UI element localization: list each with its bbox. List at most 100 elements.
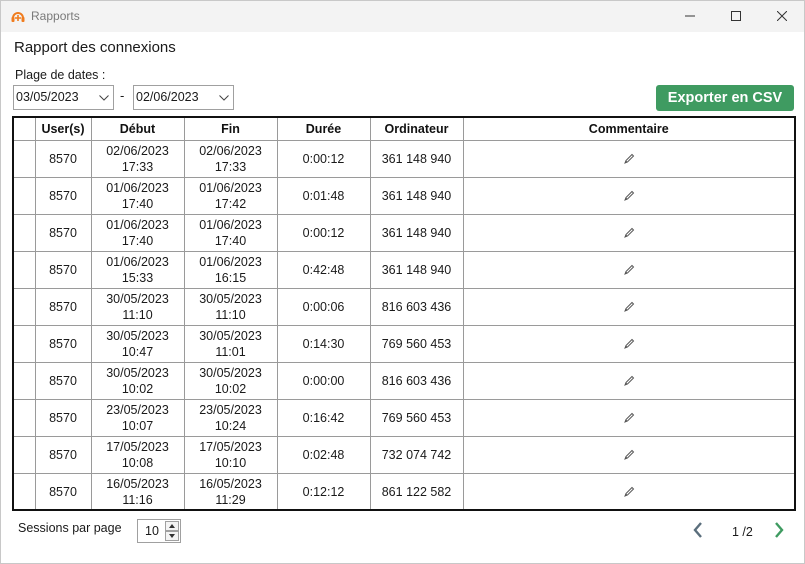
row-selector-cell[interactable] (14, 288, 36, 326)
comment-cell (463, 473, 794, 509)
sessions-per-page-value: 10 (145, 524, 159, 538)
duration-cell: 0:14:30 (277, 325, 371, 363)
end-cell-date: 30/05/2023 (199, 328, 262, 343)
pencil-icon[interactable] (623, 375, 635, 387)
comment-cell (463, 362, 794, 400)
next-page-button[interactable] (771, 521, 787, 543)
start-cell-time: 10:47 (121, 344, 154, 359)
comment-cell (463, 399, 794, 437)
pencil-icon[interactable] (623, 227, 635, 239)
row-selector-cell[interactable] (14, 177, 36, 215)
row-selector-cell[interactable] (14, 473, 36, 509)
user-cell: 8570 (35, 177, 92, 215)
column-header-comment[interactable]: Commentaire (463, 118, 794, 141)
start-cell-time: 15:33 (121, 270, 154, 285)
row-selector-cell[interactable] (14, 251, 36, 289)
user-cell: 8570 (35, 140, 92, 178)
pencil-icon[interactable] (623, 301, 635, 313)
duration-cell: 0:02:48 (277, 436, 371, 474)
computer-cell: 769 560 453 (370, 325, 464, 363)
user-cell: 8570 (35, 399, 92, 437)
row-selector-cell[interactable] (14, 214, 36, 252)
end-cell: 30/05/2023 10:02 (184, 362, 278, 400)
row-selector-cell[interactable] (14, 325, 36, 363)
start-cell: 02/06/2023 17:33 (91, 140, 185, 178)
end-cell-date: 30/05/2023 (199, 365, 262, 380)
comment-cell (463, 325, 794, 363)
column-header-end[interactable]: Fin (184, 118, 278, 141)
date-separator: - (120, 88, 125, 103)
start-cell: 30/05/2023 11:10 (91, 288, 185, 326)
pencil-icon[interactable] (623, 190, 635, 202)
table-row[interactable]: 8570 01/06/2023 17:40 01/06/2023 17:40 0:00:1… (14, 214, 794, 252)
sessions-table: User(s) Début Fin Durée Ordinateur Comme… (12, 116, 796, 511)
reports-window: Rapports Rapport des connexions Plage de… (0, 0, 805, 564)
chevron-down-icon (219, 86, 229, 109)
row-selector-cell[interactable] (14, 436, 36, 474)
table-row[interactable]: 8570 02/06/2023 17:33 02/06/2023 17:33 0:00:1… (14, 140, 794, 178)
row-selector-cell[interactable] (14, 399, 36, 437)
user-cell: 8570 (35, 362, 92, 400)
user-cell: 8570 (35, 251, 92, 289)
date-from-picker[interactable]: 03/05/2023 (13, 85, 114, 110)
start-cell-date: 16/05/2023 (106, 476, 169, 491)
table-row[interactable]: 8570 23/05/2023 10:07 23/05/2023 10:24 0:16:4… (14, 399, 794, 437)
start-cell: 16/05/2023 11:16 (91, 473, 185, 509)
table-row[interactable]: 8570 30/05/2023 10:02 30/05/2023 10:02 0:00:0… (14, 362, 794, 400)
chevron-down-icon (99, 86, 109, 109)
duration-cell: 0:12:12 (277, 473, 371, 509)
chevron-right-icon (774, 521, 784, 543)
column-header-start[interactable]: Début (91, 118, 185, 141)
end-cell: 01/06/2023 17:40 (184, 214, 278, 252)
pencil-icon[interactable] (623, 449, 635, 461)
sessions-per-page-stepper[interactable]: 10 (137, 519, 181, 543)
pencil-icon[interactable] (623, 412, 635, 424)
end-cell: 02/06/2023 17:33 (184, 140, 278, 178)
duration-cell: 0:42:48 (277, 251, 371, 289)
duration-cell: 0:16:42 (277, 399, 371, 437)
previous-page-button[interactable] (690, 521, 706, 542)
date-range-label: Plage de dates : (15, 68, 106, 82)
start-cell-date: 30/05/2023 (106, 328, 169, 343)
table-row[interactable]: 8570 01/06/2023 17:40 01/06/2023 17:42 0:01:4… (14, 177, 794, 215)
table-row[interactable]: 8570 17/05/2023 10:08 17/05/2023 10:10 0:02:4… (14, 436, 794, 474)
page-indicator: 1 /2 (732, 525, 753, 539)
row-selector-cell[interactable] (14, 140, 36, 178)
computer-cell: 361 148 940 (370, 140, 464, 178)
user-cell: 8570 (35, 288, 92, 326)
window-title: Rapports (31, 9, 80, 23)
comment-cell (463, 436, 794, 474)
table-row[interactable]: 8570 16/05/2023 11:16 16/05/2023 11:29 0:12:1… (14, 473, 794, 509)
end-cell-date: 30/05/2023 (199, 291, 262, 306)
end-cell-date: 01/06/2023 (199, 217, 262, 232)
date-to-picker[interactable]: 02/06/2023 (133, 85, 234, 110)
computer-cell: 816 603 436 (370, 288, 464, 326)
pencil-icon[interactable] (623, 153, 635, 165)
export-csv-button[interactable]: Exporter en CSV (656, 85, 794, 111)
column-header-select (14, 118, 36, 141)
start-cell: 30/05/2023 10:02 (91, 362, 185, 400)
start-cell-time: 10:07 (121, 418, 154, 433)
pencil-icon[interactable] (623, 264, 635, 276)
pencil-icon[interactable] (623, 338, 635, 350)
row-selector-cell[interactable] (14, 362, 36, 400)
column-header-users[interactable]: User(s) (35, 118, 92, 141)
end-cell-time: 11:29 (215, 492, 246, 507)
minimize-icon (685, 8, 695, 26)
table-row[interactable]: 8570 30/05/2023 11:10 30/05/2023 11:10 0:00:0… (14, 288, 794, 326)
maximize-button[interactable] (713, 1, 759, 32)
user-cell: 8570 (35, 473, 92, 509)
minimize-button[interactable] (667, 1, 713, 32)
close-button[interactable] (759, 1, 805, 32)
column-header-computer[interactable]: Ordinateur (370, 118, 464, 141)
table-row[interactable]: 8570 01/06/2023 15:33 01/06/2023 16:15 0:42:4… (14, 251, 794, 289)
end-cell-time: 11:01 (215, 344, 246, 359)
stepper-down-button[interactable] (165, 531, 179, 541)
stepper-up-button[interactable] (165, 521, 179, 531)
caret-down-icon (169, 534, 175, 538)
column-header-duration[interactable]: Durée (277, 118, 371, 141)
table-row[interactable]: 8570 30/05/2023 10:47 30/05/2023 11:01 0:14:3… (14, 325, 794, 363)
pencil-icon[interactable] (623, 486, 635, 498)
comment-cell (463, 140, 794, 178)
duration-cell: 0:00:12 (277, 214, 371, 252)
